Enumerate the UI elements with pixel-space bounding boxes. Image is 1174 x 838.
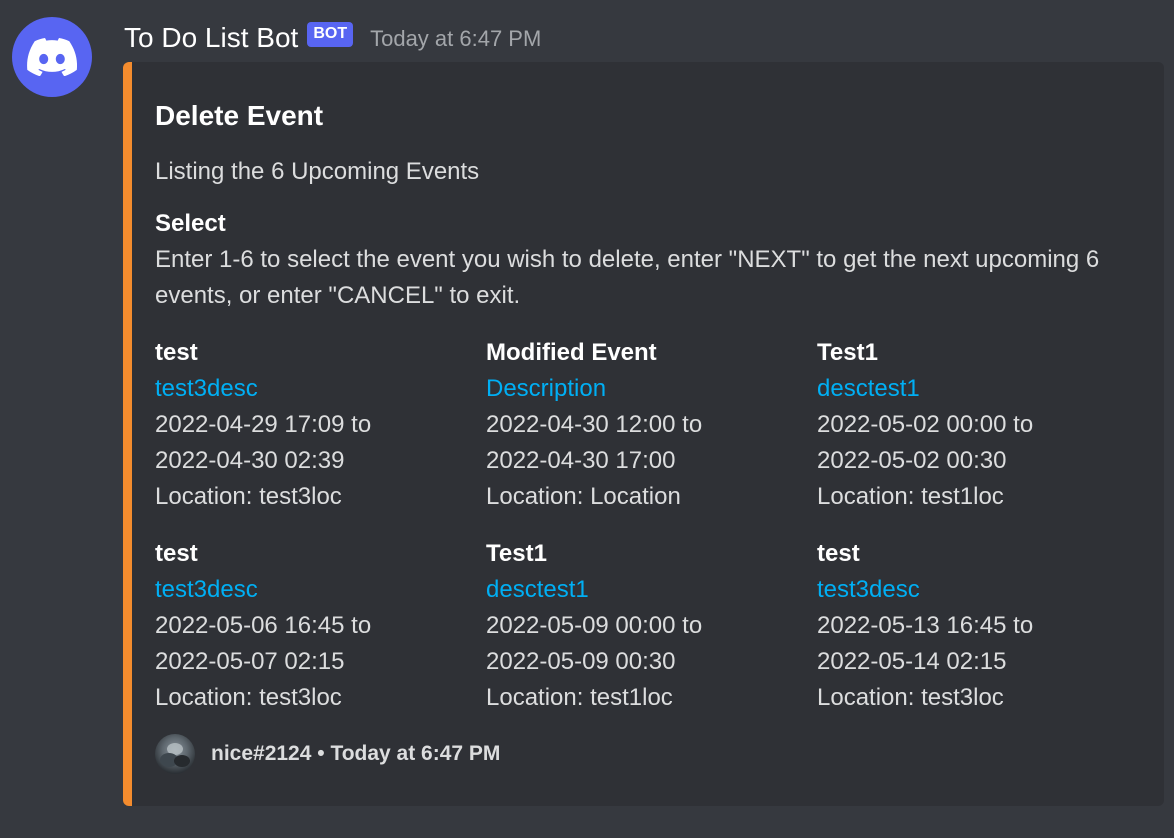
event-field: Modified Event Description 2022-04-30 12… bbox=[486, 335, 806, 515]
event-description-link[interactable]: desctest1 bbox=[817, 371, 1137, 407]
footer-text: nice#2124 • Today at 6:47 PM bbox=[211, 742, 501, 765]
message-header: To Do List Bot BOT Today at 6:47 PM bbox=[124, 18, 541, 58]
event-field: Test1 desctest1 2022-05-09 00:00 to 2022… bbox=[486, 536, 806, 716]
event-description-link[interactable]: test3desc bbox=[155, 572, 475, 608]
event-start: 2022-05-13 16:45 to bbox=[817, 612, 1034, 639]
event-end: 2022-05-07 02:15 bbox=[155, 648, 345, 675]
event-description-link[interactable]: Description bbox=[486, 371, 806, 407]
event-description-link[interactable]: test3desc bbox=[155, 371, 475, 407]
event-end: 2022-04-30 02:39 bbox=[155, 447, 345, 474]
user-avatar-icon bbox=[155, 734, 195, 774]
event-name: Test1 bbox=[486, 540, 547, 567]
event-field: test test3desc 2022-05-13 16:45 to 2022-… bbox=[817, 536, 1137, 716]
bot-tag: BOT bbox=[307, 21, 354, 47]
event-start: 2022-05-09 00:00 to bbox=[486, 612, 703, 639]
event-location: Location: test3loc bbox=[155, 684, 342, 711]
event-location: Location: test3loc bbox=[155, 483, 342, 510]
event-name: Modified Event bbox=[486, 339, 657, 366]
event-end: 2022-05-09 00:30 bbox=[486, 648, 676, 675]
event-location: Location: test1loc bbox=[817, 483, 1004, 510]
event-field: test test3desc 2022-05-06 16:45 to 2022-… bbox=[155, 536, 475, 716]
bot-avatar[interactable] bbox=[12, 17, 92, 97]
event-location: Location: test3loc bbox=[817, 684, 1004, 711]
event-name: test bbox=[155, 540, 198, 567]
event-field: Test1 desctest1 2022-05-02 00:00 to 2022… bbox=[817, 335, 1137, 515]
select-field-value: Enter 1-6 to select the event you wish t… bbox=[155, 246, 1100, 309]
embed-card: Delete Event Listing the 6 Upcoming Even… bbox=[123, 62, 1164, 806]
event-field: test test3desc 2022-04-29 17:09 to 2022-… bbox=[155, 335, 475, 515]
message-timestamp[interactable]: Today at 6:47 PM bbox=[370, 26, 541, 52]
event-end: 2022-05-02 00:30 bbox=[817, 447, 1007, 474]
event-name: test bbox=[817, 540, 860, 567]
event-location: Location: test1loc bbox=[486, 684, 673, 711]
event-description-link[interactable]: desctest1 bbox=[486, 572, 806, 608]
select-field-name: Select bbox=[155, 210, 226, 237]
embed-footer: nice#2124 • Today at 6:47 PM bbox=[155, 734, 500, 774]
event-start: 2022-05-02 00:00 to bbox=[817, 411, 1034, 438]
event-location: Location: Location bbox=[486, 483, 681, 510]
embed-title: Delete Event bbox=[155, 100, 324, 131]
event-end: 2022-04-30 17:00 bbox=[486, 447, 676, 474]
author-name[interactable]: To Do List Bot bbox=[124, 22, 298, 54]
discord-logo-icon bbox=[27, 38, 77, 76]
event-start: 2022-04-30 12:00 to bbox=[486, 411, 703, 438]
event-description-link[interactable]: test3desc bbox=[817, 572, 1137, 608]
event-end: 2022-05-14 02:15 bbox=[817, 648, 1007, 675]
event-name: test bbox=[155, 339, 198, 366]
event-name: Test1 bbox=[817, 339, 878, 366]
event-start: 2022-05-06 16:45 to bbox=[155, 612, 372, 639]
event-start: 2022-04-29 17:09 to bbox=[155, 411, 372, 438]
embed-description: Listing the 6 Upcoming Events bbox=[155, 158, 480, 185]
